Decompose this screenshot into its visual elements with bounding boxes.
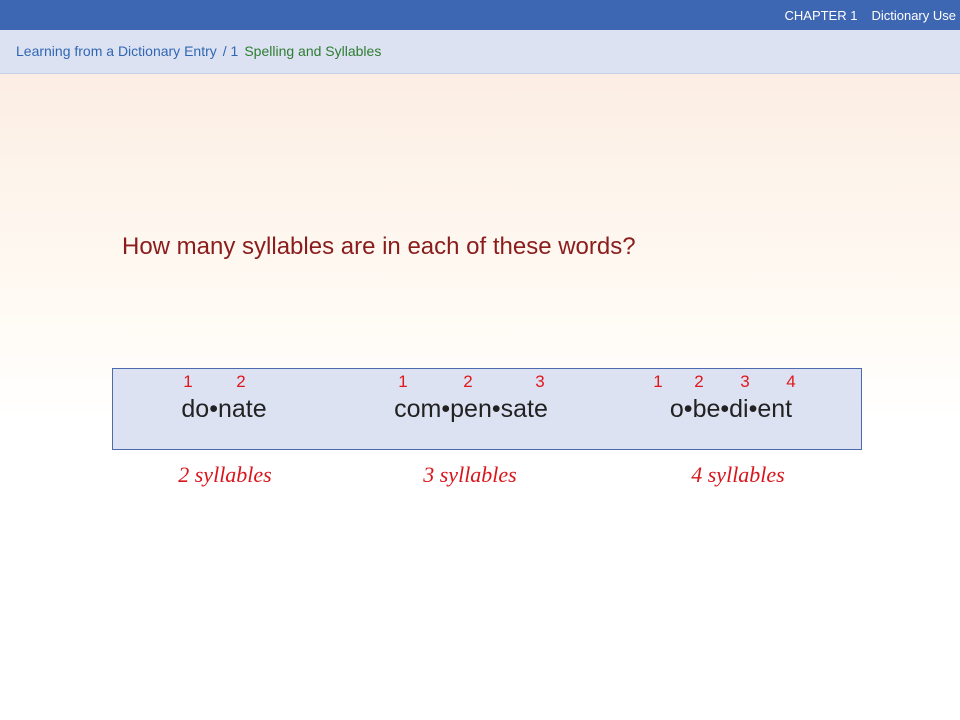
chapter-label: CHAPTER 1 [784,8,858,23]
syllable-number: 2 [694,372,704,391]
word-obedient: o•be•di•ent [669,395,793,423]
breadcrumb-topic: Spelling and Syllables [244,43,382,59]
syllable-number: 3 [740,372,750,391]
syllable-count-label: 2 syllables [178,462,272,487]
chapter-title: Dictionary Use [871,8,956,23]
syllable-count-label: 3 syllables [423,462,517,487]
chapter-heading: CHAPTER 1 Dictionary Use [785,8,957,23]
syllable-number: 3 [535,372,545,391]
breadcrumb-section: Learning from a Dictionary Entry [16,43,217,59]
breadcrumb-separator: / 1 [222,43,239,59]
breadcrumb-bar: Learning from a Dictionary Entry / 1 Spell… [0,30,960,74]
syllable-number: 1 [653,372,663,391]
top-bar: CHAPTER 1 Dictionary Use [0,0,960,30]
word-donate: do•nate [181,395,267,423]
syllable-count-label: 4 syllables [691,462,785,487]
breadcrumb: Learning from a Dictionary Entry / 1 Spell… [16,43,381,59]
word-compensate: com•pen•sate [394,395,548,423]
syllable-number: 1 [398,372,408,391]
syllable-number: 1 [183,372,193,391]
slide-question: How many syllables are in each of these … [122,233,636,260]
syllable-number: 2 [463,372,473,391]
syllable-number: 2 [236,372,246,391]
syllable-number: 4 [786,372,796,391]
